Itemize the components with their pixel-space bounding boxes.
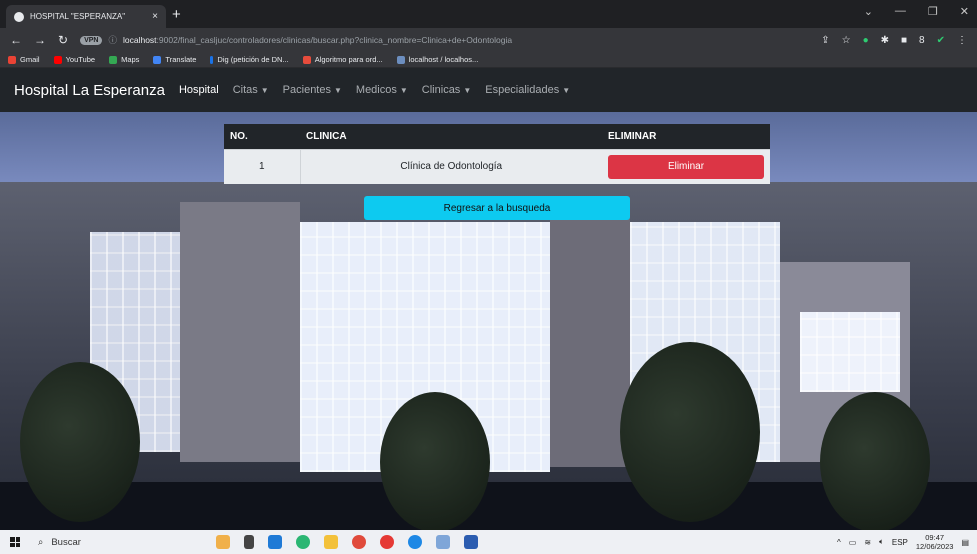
nav-dropdown-pacientes[interactable]: Pacientes ▼ (283, 84, 342, 96)
favicon-icon (14, 11, 24, 22)
edge-icon[interactable] (296, 535, 310, 549)
bookmark-localhost[interactable]: localhost / localhos... (396, 55, 478, 64)
table-header-row: NO. CLINICA ELIMINAR (224, 124, 770, 149)
column-header-clinica: CLINICA (300, 124, 602, 149)
share-icon[interactable]: ⇪ (821, 35, 829, 46)
minimize-icon[interactable]: — (895, 5, 906, 18)
chrome-icon[interactable] (352, 535, 366, 549)
os-taskbar: ⌕ Buscar ^ ▭ ≋ 🔈︎ ESP 09:47 12/06/2023 ▤ (0, 530, 977, 554)
search-icon: ⌕ (38, 536, 44, 548)
nav-dropdown-citas[interactable]: Citas ▼ (233, 84, 269, 96)
translate-icon (153, 55, 162, 64)
task-view-icon[interactable] (244, 535, 254, 549)
back-to-search-button[interactable]: Regresar a la busqueda (364, 196, 630, 220)
table-row: 1 Clínica de Odontología Eliminar (224, 148, 770, 184)
toolbar-icons: ⇪ ☆ ● ✱ ■ 8 ✔ ⋮ (821, 35, 967, 46)
nav-dropdown-medicos[interactable]: Medicos ▼ (356, 84, 408, 96)
menu-icon[interactable]: ⋮ (957, 35, 967, 46)
bookmark-maps[interactable]: Maps (109, 55, 139, 64)
vpn-badge[interactable]: VPN (80, 35, 103, 45)
caret-down-icon: ▼ (562, 86, 571, 95)
dig-icon (210, 55, 214, 64)
start-button[interactable] (0, 537, 30, 547)
file-explorer-icon[interactable] (324, 535, 338, 549)
cell-clinica: Clínica de Odontología (300, 148, 602, 184)
maximize-icon[interactable]: ❐ (928, 5, 938, 18)
app-navbar: Hospital La Esperanza Hospital Citas ▼ Pa… (0, 68, 977, 112)
close-icon[interactable]: ✕ (960, 5, 969, 18)
windows-icon (10, 537, 20, 547)
nav-link-hospital[interactable]: Hospital (179, 84, 219, 96)
bookmark-translate[interactable]: Translate (153, 55, 196, 64)
url-host: localhost (122, 35, 157, 45)
delete-button[interactable]: Eliminar (608, 154, 764, 179)
cell-no: 1 (224, 148, 301, 184)
url-path: :9002/final_casljuc/controladores/clinic… (156, 35, 513, 45)
sync-icon[interactable]: ✔ (937, 35, 945, 46)
bookmark-gmail[interactable]: Gmail (8, 55, 40, 64)
chevron-down-icon[interactable]: ⌄ (864, 5, 873, 18)
volume-icon[interactable]: 🔈︎ (879, 537, 884, 547)
bookmark-algoritmo[interactable]: Algoritmo para ord... (302, 55, 383, 64)
opera-icon[interactable] (380, 535, 394, 549)
caret-down-icon: ▼ (463, 86, 472, 95)
url-input[interactable]: VPN ⓘ localhost:9002/final_casljuc/contr… (80, 31, 809, 49)
language-indicator[interactable]: ESP (892, 538, 908, 547)
column-header-no: NO. (224, 124, 300, 149)
chevron-up-icon[interactable]: ^ (837, 538, 841, 547)
column-header-eliminar: ELIMINAR (602, 124, 770, 149)
window-controls: ⌄ — ❐ ✕ (864, 5, 969, 18)
widgets-icon[interactable] (216, 535, 230, 549)
caret-down-icon: ▼ (260, 86, 269, 95)
forward-arrow-icon[interactable]: → (34, 33, 46, 47)
address-bar: ← → ↻ VPN ⓘ localhost:9002/final_casljuc… (0, 28, 977, 52)
puzzle-icon[interactable]: ✱ (881, 35, 889, 46)
browser-tab[interactable]: HOSPITAL "ESPERANZA" × (6, 5, 166, 28)
phpmyadmin-icon (396, 55, 405, 64)
taskbar-apps (216, 535, 478, 549)
notifications-icon[interactable]: ▤ (961, 538, 969, 547)
caret-down-icon: ▼ (333, 86, 342, 95)
caret-down-icon: ▼ (399, 86, 408, 95)
browser-tab-bar: HOSPITAL "ESPERANZA" × + ⌄ — ❐ ✕ (0, 0, 977, 28)
clock[interactable]: 09:47 12/06/2023 (916, 533, 954, 551)
cell-eliminar: Eliminar (602, 148, 770, 184)
sidebar-icon[interactable]: ■ (901, 35, 907, 46)
store-icon[interactable] (436, 535, 450, 549)
tab-close-icon[interactable]: × (152, 11, 158, 22)
nav-dropdown-especialidades[interactable]: Especialidades ▼ (485, 84, 570, 96)
word-icon[interactable] (464, 535, 478, 549)
bookmarks-bar: Gmail YouTube Maps Translate Dig (petici… (0, 52, 977, 68)
new-tab-button[interactable]: + (172, 6, 181, 23)
extension-icon[interactable]: ● (863, 35, 869, 46)
youtube-icon (53, 55, 62, 64)
info-icon[interactable]: ⓘ (108, 34, 117, 46)
bookmark-youtube[interactable]: YouTube (53, 55, 95, 64)
search-label: Buscar (51, 536, 81, 548)
back-arrow-icon[interactable]: ← (10, 33, 22, 47)
gmail-icon (8, 55, 16, 64)
algoritmo-icon (302, 55, 311, 64)
reload-icon[interactable]: ↻ (58, 33, 68, 47)
system-tray: ^ ▭ ≋ 🔈︎ ESP 09:47 12/06/2023 ▤ (837, 530, 969, 554)
vscode-icon[interactable] (268, 535, 282, 549)
browser-icon[interactable] (408, 535, 422, 549)
wifi-icon[interactable]: ≋ (864, 538, 871, 547)
taskbar-search[interactable]: ⌕ Buscar (30, 530, 190, 554)
nav-dropdown-clinicas[interactable]: Clinicas ▼ (422, 84, 471, 96)
navbar-brand[interactable]: Hospital La Esperanza (14, 82, 165, 99)
battery-icon[interactable]: ▭ (849, 538, 857, 547)
bookmark-dig[interactable]: Dig (petición de DN... (210, 55, 289, 64)
star-icon[interactable]: ☆ (842, 35, 851, 46)
maps-icon (109, 55, 118, 64)
results-table: NO. CLINICA ELIMINAR 1 Clínica de Odonto… (224, 124, 770, 184)
tab-title: HOSPITAL "ESPERANZA" (30, 12, 126, 21)
profile-icon[interactable]: 8 (919, 35, 925, 46)
